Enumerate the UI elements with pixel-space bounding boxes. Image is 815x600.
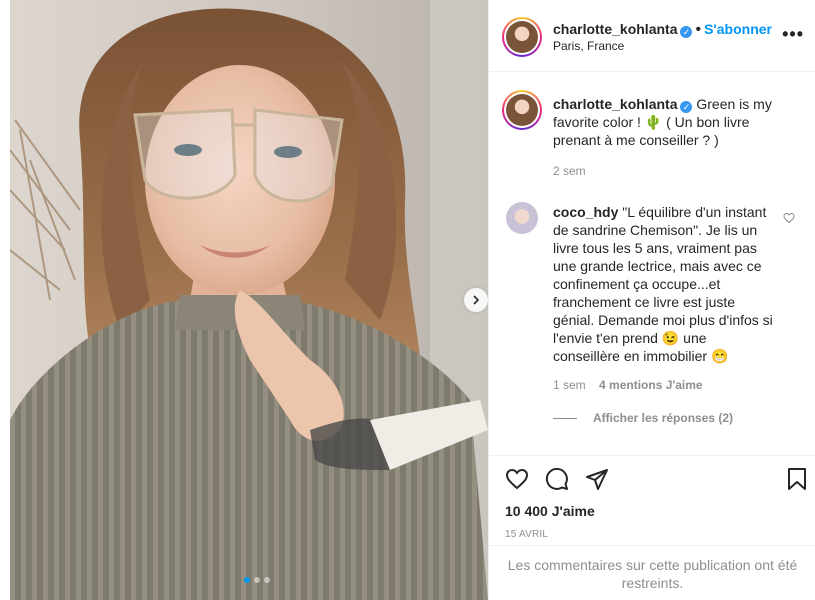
- comment-meta: 1 sem 4 mentions J'aime: [553, 378, 703, 392]
- carousel-indicator: [244, 577, 270, 583]
- comment-likes-link[interactable]: 4 mentions J'aime: [599, 378, 703, 392]
- selfie-image: [10, 0, 488, 600]
- comment-username[interactable]: coco_hdy: [553, 204, 618, 220]
- comments-restricted-notice: Les commentaires sur cette publication o…: [489, 545, 815, 600]
- next-slide-button[interactable]: [464, 288, 488, 312]
- post-actions: 10 400 J'aime 15 AVRIL: [489, 455, 815, 545]
- carousel-dot: [244, 577, 250, 583]
- like-count[interactable]: 10 400 J'aime: [505, 503, 595, 519]
- post-side-panel: charlotte_kohlanta ✓ • S'abonner Paris, Fra…: [488, 0, 815, 600]
- post-header: charlotte_kohlanta ✓ • S'abonner Paris, Fra…: [489, 0, 815, 72]
- header-username-line: charlotte_kohlanta ✓ • S'abonner: [553, 21, 772, 39]
- separator-dot: •: [695, 21, 702, 38]
- comment-text: "L équilibre d'un instant de sandrine Ch…: [553, 204, 773, 364]
- replies-divider-line: [553, 417, 577, 419]
- caption-timestamp[interactable]: 2 sem: [553, 164, 586, 178]
- comment-text-block: coco_hdy "L équilibre d'un instant de sa…: [553, 203, 773, 365]
- comment-avatar[interactable]: [506, 202, 538, 234]
- view-replies-label: Afficher les réponses (2): [593, 411, 734, 425]
- bookmark-icon[interactable]: [785, 467, 809, 496]
- like-icon[interactable]: [505, 467, 529, 496]
- caption-avatar[interactable]: [502, 90, 542, 130]
- username-link[interactable]: charlotte_kohlanta: [553, 21, 677, 37]
- share-icon[interactable]: [585, 467, 609, 496]
- caption-username[interactable]: charlotte_kohlanta: [553, 96, 677, 112]
- carousel-dot: [264, 577, 270, 583]
- carousel-dot: [254, 577, 260, 583]
- comment-icon[interactable]: [545, 467, 569, 496]
- post-photo[interactable]: [10, 0, 488, 600]
- avatar[interactable]: [502, 17, 542, 57]
- follow-button[interactable]: S'abonner: [704, 21, 772, 37]
- post-date[interactable]: 15 AVRIL: [505, 529, 548, 540]
- comment-timestamp[interactable]: 1 sem: [553, 378, 586, 392]
- caption-text-block: charlotte_kohlanta ✓ Green is my favorite…: [553, 95, 788, 149]
- verified-badge-icon: ✓: [680, 101, 693, 113]
- comments-area[interactable]: charlotte_kohlanta ✓ Green is my favorite…: [489, 73, 815, 455]
- location-link[interactable]: Paris, France: [553, 39, 624, 53]
- comment-like-icon[interactable]: [783, 211, 795, 229]
- verified-badge-icon: ✓: [680, 26, 693, 38]
- more-options-icon[interactable]: •••: [782, 24, 804, 45]
- chevron-right-icon: [473, 295, 480, 305]
- view-replies-button[interactable]: Afficher les réponses (2): [553, 411, 733, 425]
